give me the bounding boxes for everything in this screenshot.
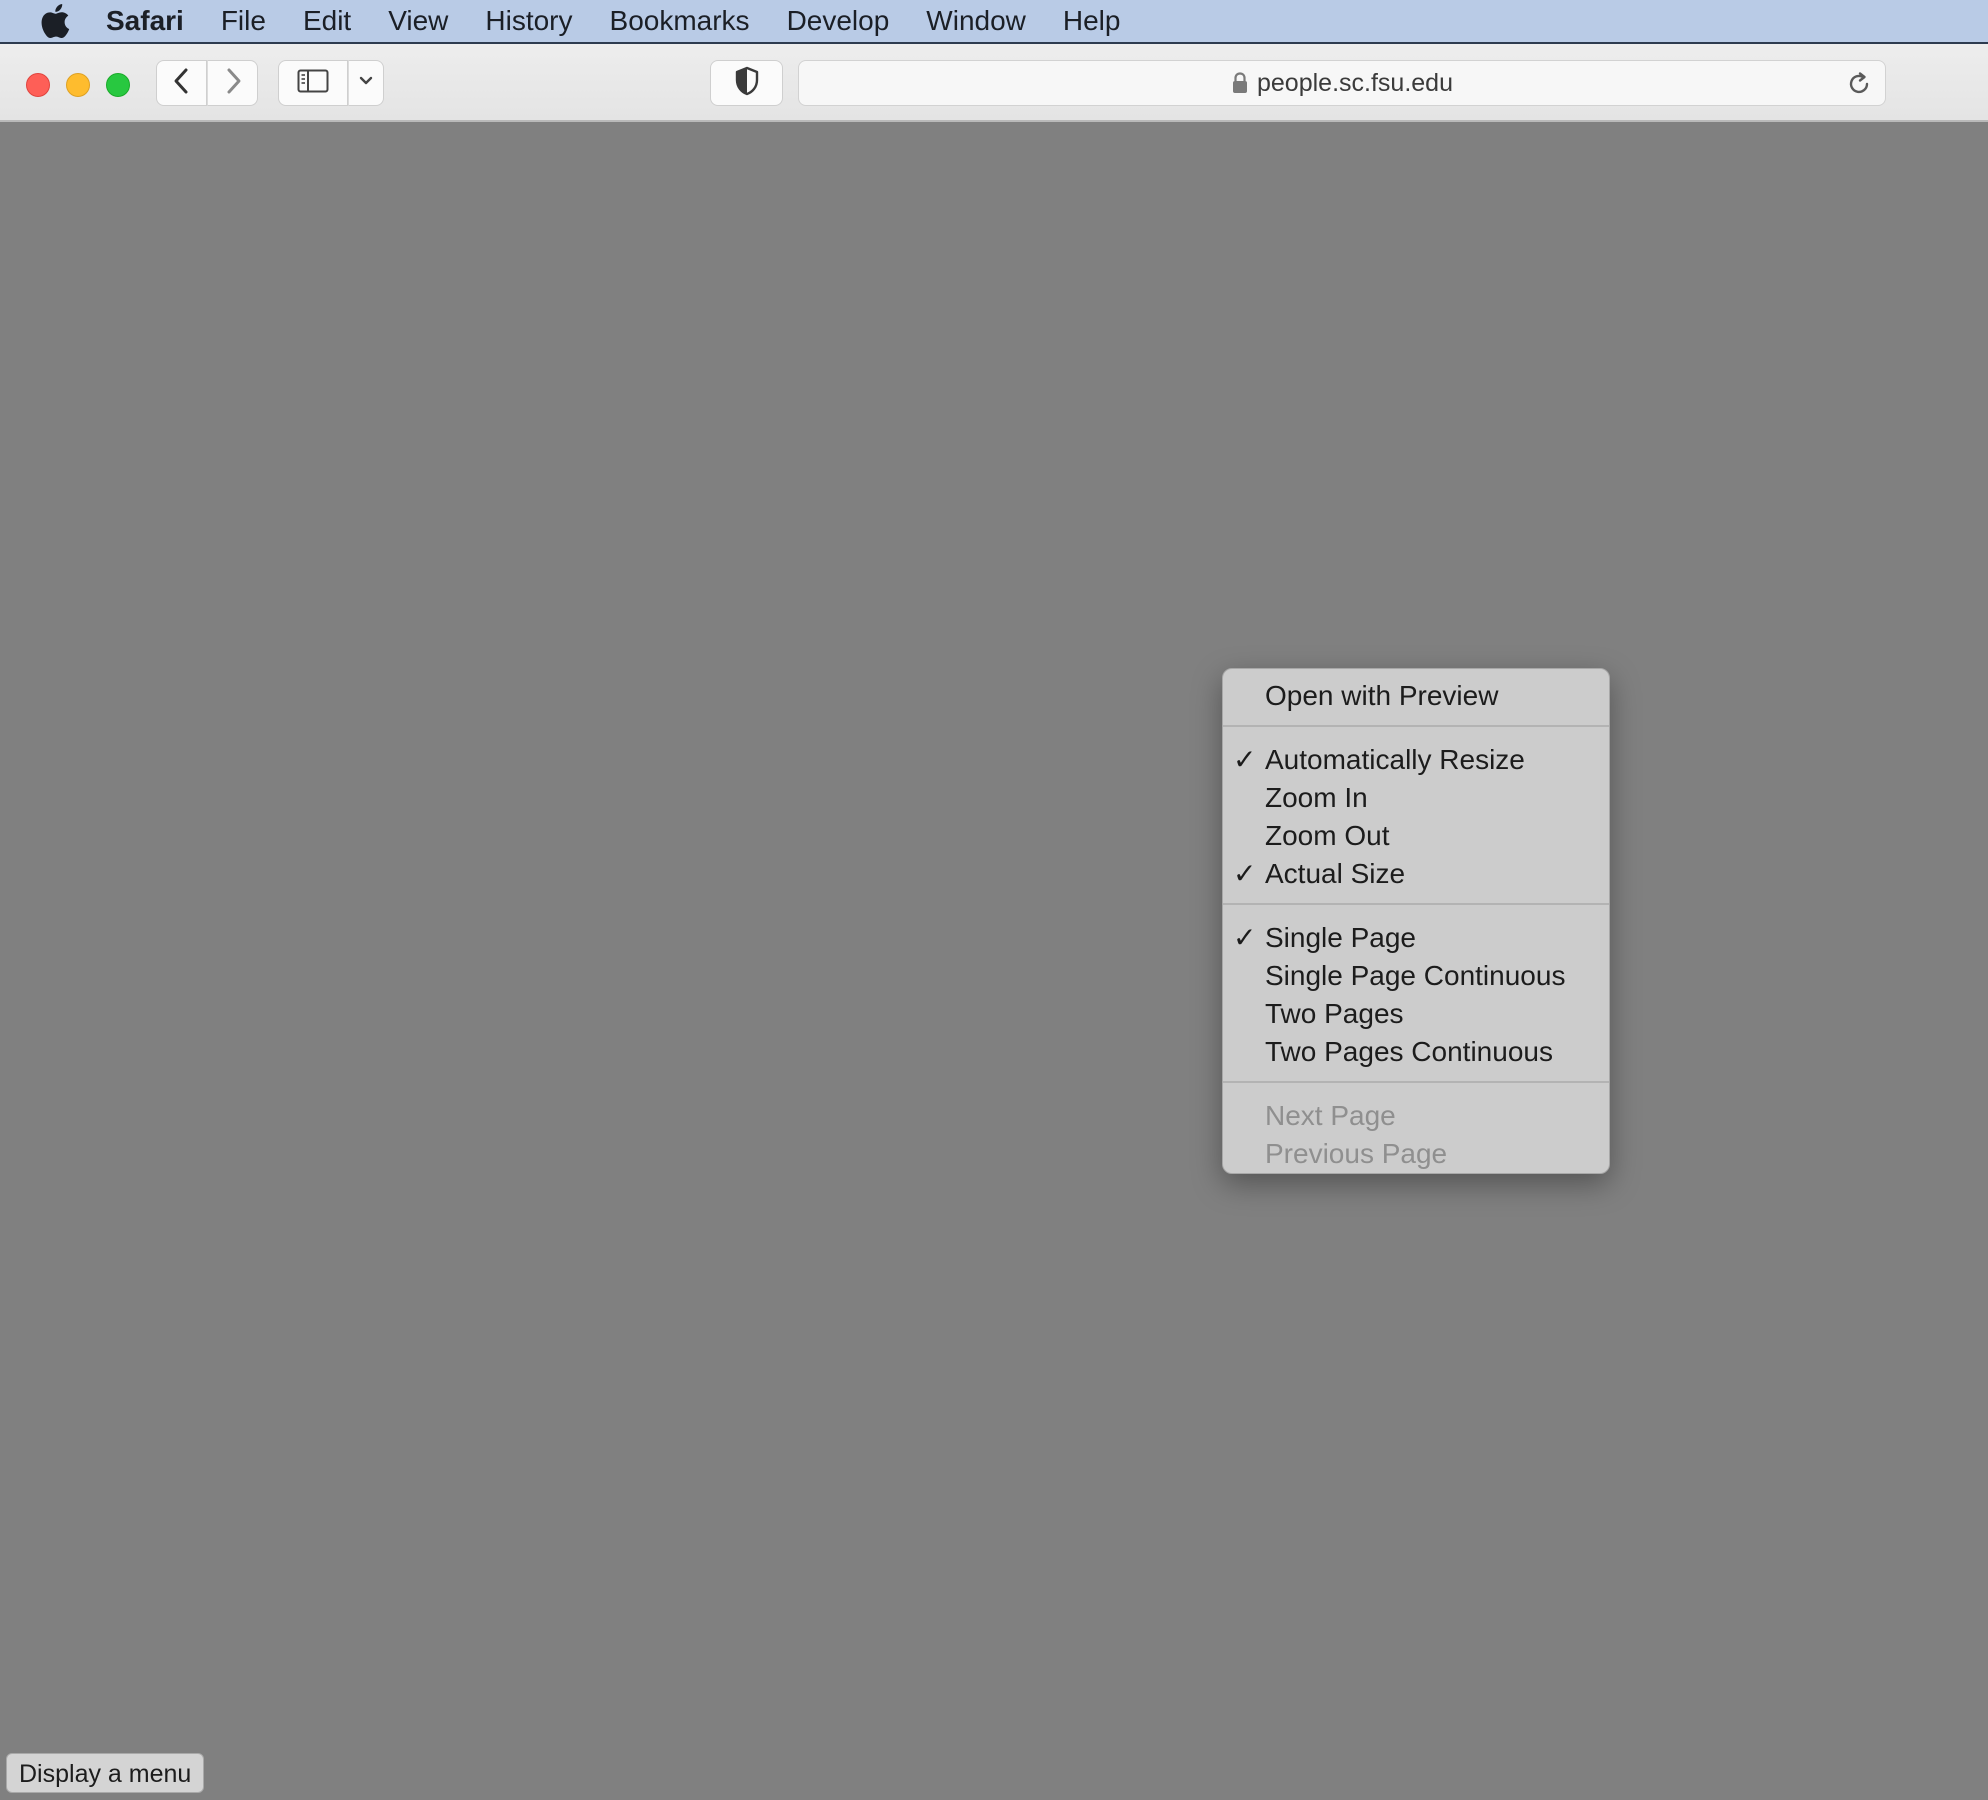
menu-develop[interactable]: Develop xyxy=(787,0,890,43)
menu-item-label: Two Pages Continuous xyxy=(1265,1036,1553,1067)
menu-item-label: Zoom In xyxy=(1265,782,1368,813)
macos-menu-bar: Safari File Edit View History Bookmarks … xyxy=(0,0,1988,44)
menu-item-label: Next Page xyxy=(1265,1100,1396,1131)
chevron-left-icon xyxy=(172,67,192,100)
menu-app-safari[interactable]: Safari xyxy=(106,0,184,43)
menu-item-automatically-resize[interactable]: ✓ Automatically Resize xyxy=(1223,741,1609,779)
menu-item-label: Automatically Resize xyxy=(1265,744,1525,775)
sidebar-icon xyxy=(297,69,329,98)
menu-item-single-page-continuous[interactable]: Single Page Continuous xyxy=(1223,957,1609,995)
menu-history[interactable]: History xyxy=(485,0,572,43)
menu-item-label: Single Page xyxy=(1265,922,1417,953)
menu-file[interactable]: File xyxy=(221,0,266,43)
menu-view[interactable]: View xyxy=(388,0,448,43)
close-window-button[interactable] xyxy=(26,73,50,97)
back-button[interactable] xyxy=(156,60,207,106)
menu-item-two-pages[interactable]: Two Pages xyxy=(1223,995,1609,1033)
menu-help[interactable]: Help xyxy=(1063,0,1121,43)
browser-toolbar: people.sc.fsu.edu xyxy=(0,44,1988,122)
pdf-viewer-area[interactable] xyxy=(0,122,1988,1800)
menu-item-label: Actual Size xyxy=(1265,858,1406,889)
sidebar-toggle-button[interactable] xyxy=(278,60,348,106)
menu-separator xyxy=(1223,1081,1609,1083)
menu-edit[interactable]: Edit xyxy=(303,0,351,43)
checkmark-icon: ✓ xyxy=(1233,922,1257,953)
checkmark-icon: ✓ xyxy=(1233,744,1257,775)
lock-icon xyxy=(1231,71,1249,95)
shield-icon xyxy=(734,66,760,101)
menu-item-label: Two Pages xyxy=(1265,998,1404,1029)
checkmark-icon: ✓ xyxy=(1233,858,1257,889)
minimize-window-button[interactable] xyxy=(66,73,90,97)
menu-window[interactable]: Window xyxy=(926,0,1026,43)
menu-item-label: Zoom Out xyxy=(1265,820,1390,851)
menu-separator xyxy=(1223,903,1609,905)
menu-separator xyxy=(1223,725,1609,727)
zoom-window-button[interactable] xyxy=(106,73,130,97)
menu-item-single-page[interactable]: ✓ Single Page xyxy=(1223,919,1609,957)
menu-item-two-pages-continuous[interactable]: Two Pages Continuous xyxy=(1223,1033,1609,1071)
pdf-context-menu: Open with Preview ✓ Automatically Resize… xyxy=(1222,668,1610,1174)
chevron-down-icon xyxy=(358,74,374,92)
sidebar-menu-button[interactable] xyxy=(348,60,384,106)
apple-logo-icon[interactable] xyxy=(40,4,70,38)
menu-item-zoom-in[interactable]: Zoom In xyxy=(1223,779,1609,817)
status-tooltip: Display a menu xyxy=(6,1753,205,1793)
chevron-right-icon xyxy=(223,67,243,100)
menu-item-label: Open with Preview xyxy=(1265,680,1499,711)
menu-item-label: Previous Page xyxy=(1265,1138,1448,1169)
address-bar[interactable]: people.sc.fsu.edu xyxy=(798,60,1886,106)
url-text: people.sc.fsu.edu xyxy=(1257,68,1453,97)
forward-button[interactable] xyxy=(207,60,258,106)
menu-item-actual-size[interactable]: ✓ Actual Size xyxy=(1223,855,1609,893)
menu-item-open-with-preview[interactable]: Open with Preview xyxy=(1223,677,1609,715)
menu-item-label: Single Page Continuous xyxy=(1265,960,1566,991)
privacy-report-button[interactable] xyxy=(710,60,783,106)
menu-bookmarks[interactable]: Bookmarks xyxy=(610,0,750,43)
menu-item-previous-page: Previous Page xyxy=(1223,1135,1609,1173)
menu-item-zoom-out[interactable]: Zoom Out xyxy=(1223,817,1609,855)
menu-item-next-page: Next Page xyxy=(1223,1097,1609,1135)
reload-icon[interactable] xyxy=(1845,70,1873,98)
